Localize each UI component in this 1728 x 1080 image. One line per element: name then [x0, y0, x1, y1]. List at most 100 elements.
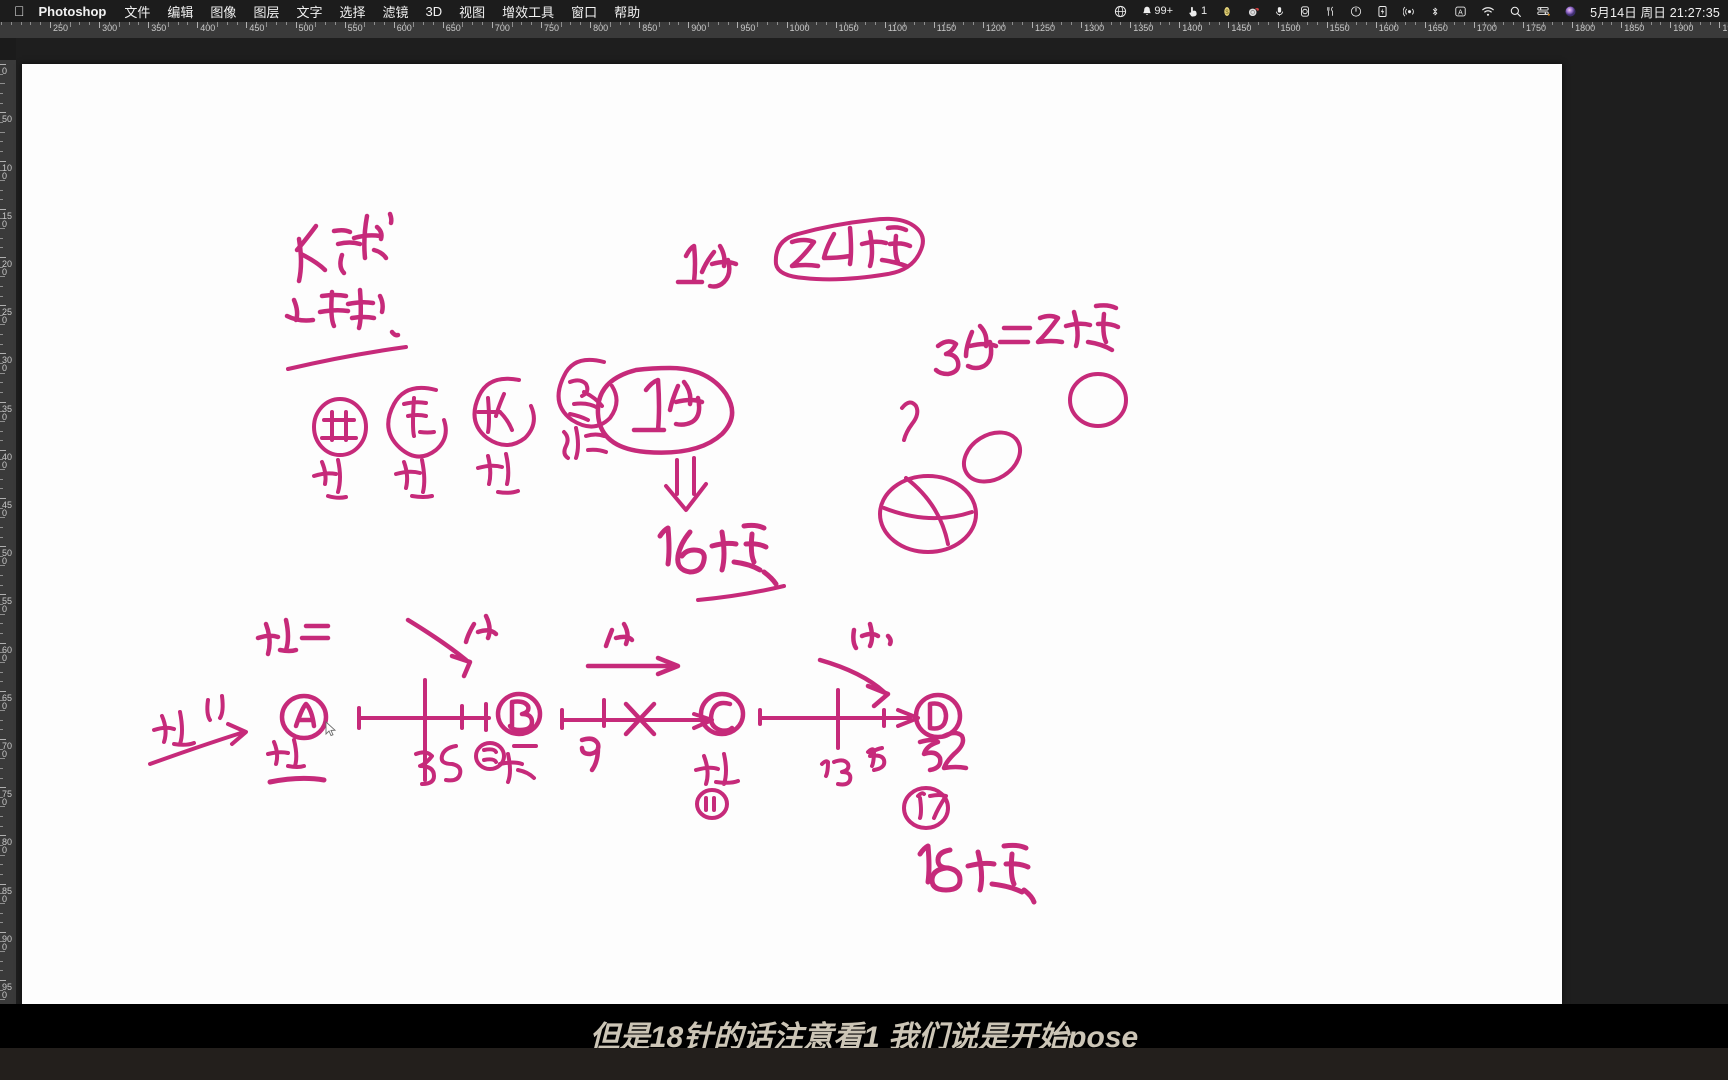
ruler-tick-minor [1208, 22, 1210, 25]
ruler-tick-minor [0, 411, 3, 413]
ink-small-two [900, 400, 920, 442]
ruler-label: 250 [2, 307, 13, 326]
ruler-tick-minor [20, 22, 22, 25]
ruler-tick-minor [1140, 22, 1142, 25]
ruler-tick-minor [1395, 22, 1397, 27]
snail-app-icon[interactable] [1247, 5, 1260, 18]
airplay-icon[interactable] [1403, 5, 1416, 18]
menu-item-plugins[interactable]: 增效工具 [502, 2, 554, 21]
ruler-tick-minor [0, 922, 3, 924]
ruler-tick-minor [1464, 22, 1466, 25]
control-center-icon[interactable] [1536, 5, 1551, 18]
menu-item-window[interactable]: 窗口 [571, 2, 597, 21]
screen-recorder-icon[interactable] [1299, 5, 1311, 18]
ruler-tick-minor [717, 22, 719, 25]
menu-item-help[interactable]: 帮助 [614, 2, 640, 21]
ruler-tick-minor [0, 825, 3, 827]
ruler-tick-minor [0, 710, 5, 712]
ruler-tick-major [0, 787, 6, 789]
notification-bell-icon[interactable]: 99+ [1141, 5, 1173, 18]
ruler-tick-minor [1090, 22, 1092, 25]
ruler-tick-minor [0, 671, 3, 673]
ruler-tick-major [0, 112, 6, 114]
siri-icon[interactable] [1564, 5, 1577, 18]
input-source-icon[interactable]: A [1454, 5, 1467, 18]
menu-item-edit[interactable]: 编辑 [167, 2, 193, 21]
microphone-icon[interactable] [1274, 5, 1285, 18]
ruler-tick-minor [1169, 22, 1171, 25]
ruler-tick-minor [158, 22, 160, 25]
ruler-tick-minor [1699, 22, 1701, 25]
ruler-tick-minor [1198, 22, 1200, 27]
hand-pointer-badge-count: 1 [1201, 4, 1208, 17]
ruler-tick-minor [1218, 22, 1220, 25]
menu-bar-status-area: 99+ 1 $ A 5月14日 周日 21:27:35 [1107, 0, 1728, 22]
ink-marker-c [698, 691, 746, 737]
ruler-tick-minor [0, 382, 3, 384]
ruler-tick-major [197, 22, 199, 28]
ruler-tick-major [0, 64, 6, 66]
ruler-tick-minor [374, 22, 376, 25]
ruler-tick-minor [1287, 22, 1289, 25]
vertical-ruler[interactable]: 0050100150200250300350400450500550600650… [0, 38, 17, 1080]
ruler-tick-minor [1012, 22, 1014, 25]
ruler-tick-minor [570, 22, 572, 25]
cutlery-icon[interactable] [1325, 5, 1336, 18]
ruler-tick-minor [0, 131, 5, 133]
menu-item-layer[interactable]: 图层 [253, 2, 279, 21]
ruler-tick-minor [1356, 22, 1358, 25]
ink-timeline-3 [758, 688, 920, 750]
ink-c-sub-note [694, 752, 740, 820]
ruler-tick-minor [30, 22, 32, 25]
ruler-tick-minor [0, 363, 3, 365]
menu-item-3d[interactable]: 3D [426, 4, 443, 19]
ruler-tick-minor [10, 22, 12, 25]
menu-item-type[interactable]: 文字 [296, 2, 322, 21]
ruler-tick-minor [1248, 22, 1250, 27]
ruler-label: 350 [2, 403, 13, 422]
image-canvas[interactable]: C ============ --> [22, 64, 1562, 1004]
ruler-tick-minor [609, 22, 611, 27]
menu-item-image[interactable]: 图像 [210, 2, 236, 21]
wifi-icon[interactable] [1481, 5, 1495, 18]
ink-arrow-jian-3 [817, 621, 893, 709]
spotlight-search-icon[interactable] [1509, 5, 1522, 18]
ruler-tick-minor [472, 22, 474, 25]
ruler-tick-minor [1444, 22, 1446, 27]
menu-item-filter[interactable]: 滤镜 [382, 2, 408, 21]
ruler-tick-minor [128, 22, 130, 25]
ruler-tick-minor [698, 22, 700, 25]
ruler-tick-major [982, 22, 984, 28]
ruler-tick-minor [1365, 22, 1367, 25]
menu-item-file[interactable]: 文件 [124, 2, 150, 21]
menu-app-name[interactable]: Photoshop [39, 4, 107, 19]
ruler-tick-minor [707, 22, 709, 27]
bluetooth-icon[interactable] [1430, 5, 1440, 18]
ruler-tick-minor [0, 951, 5, 953]
menu-item-select[interactable]: 选择 [339, 2, 365, 21]
hand-pointer-icon[interactable]: 1 [1187, 5, 1207, 18]
battery-icon[interactable] [1376, 5, 1389, 18]
ruler-tick-minor [0, 343, 3, 345]
ruler-tick-minor [1542, 22, 1544, 27]
ink-number-9 [579, 736, 601, 773]
ruler-tick-minor [1493, 22, 1495, 27]
ruler-tick-major [0, 931, 6, 933]
ink-marker-a [279, 693, 329, 741]
power-icon[interactable] [1350, 5, 1362, 18]
horizontal-ruler[interactable]: 250 300 350 400 450 500 550 600 650 700 750 800 850 9… [0, 22, 1728, 39]
ruler-tick-minor [1306, 22, 1308, 25]
money-coin-icon[interactable]: $ [1221, 5, 1233, 18]
photoshop-workspace[interactable]: C ============ --> [16, 38, 1728, 1080]
menu-bar-clock[interactable]: 5月14日 周日 21:27:35 [1590, 2, 1720, 21]
vertical-ruler-top-shade [0, 38, 16, 60]
ruler-label: 200 [2, 259, 13, 277]
ruler-tick-minor [0, 999, 5, 1001]
globe-icon[interactable] [1114, 5, 1127, 18]
ruler-tick-minor [806, 22, 808, 27]
menu-item-view[interactable]: 视图 [459, 2, 485, 21]
svg-text:A: A [1458, 9, 1463, 16]
ruler-tick-major [786, 22, 788, 28]
ruler-tick-minor [1650, 22, 1652, 25]
apple-logo-icon[interactable]:  [14, 4, 25, 18]
